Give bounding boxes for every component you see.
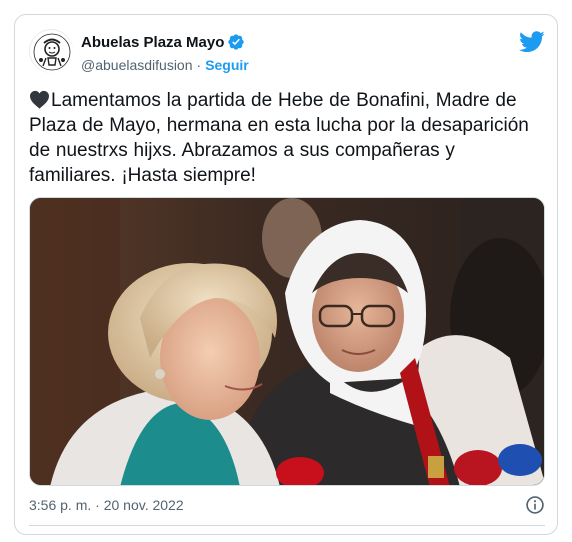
abuelas-logo-icon	[31, 31, 73, 73]
tweet-card[interactable]: Abuelas Plaza Mayo @abuelasdifusion · Se…	[14, 14, 558, 535]
tweet-text-block: Lamentamos la partida de Hebe de Bonafin…	[29, 88, 545, 188]
verified-badge-icon	[227, 33, 245, 51]
display-name[interactable]: Abuelas Plaza Mayo	[81, 34, 224, 51]
black-heart-icon	[29, 90, 50, 109]
follow-button[interactable]: Seguir	[205, 57, 249, 73]
timestamp[interactable]: 3:56 p. m. · 20 nov. 2022	[29, 497, 184, 513]
footer-divider	[29, 525, 545, 526]
tweet-footer: 3:56 p. m. · 20 nov. 2022	[29, 493, 545, 517]
handle[interactable]: @abuelasdifusion	[81, 57, 193, 73]
tweet-header: Abuelas Plaza Mayo @abuelasdifusion · Se…	[29, 29, 545, 77]
separator-dot: ·	[196, 57, 202, 73]
photo-image	[30, 198, 544, 485]
info-icon[interactable]	[525, 495, 545, 515]
tweet-photo[interactable]	[29, 197, 545, 486]
twitter-bird-icon[interactable]	[519, 31, 545, 53]
tweet-text: Lamentamos la partida de Hebe de Bonafin…	[29, 90, 529, 186]
avatar[interactable]	[29, 29, 73, 73]
